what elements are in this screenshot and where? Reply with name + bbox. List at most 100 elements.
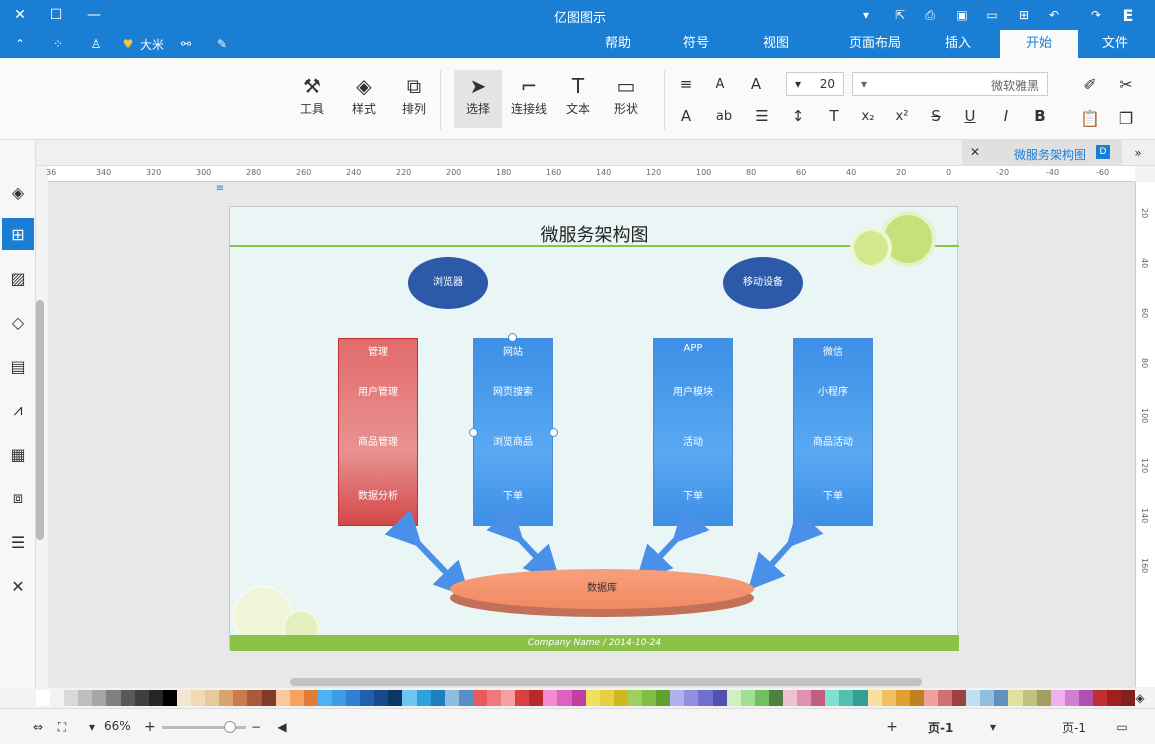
italic-icon[interactable]: I xyxy=(996,106,1016,126)
fill-icon[interactable]: ◈ xyxy=(6,180,30,204)
paste-icon[interactable]: 📋 xyxy=(1080,108,1100,128)
text-tool-button[interactable]: T 文本 xyxy=(556,72,600,117)
color-swatch[interactable] xyxy=(444,690,459,706)
chart-icon[interactable]: ⩘ xyxy=(6,398,30,422)
page-icon[interactable]: ▤ xyxy=(6,354,30,378)
zoom-level[interactable]: 66% xyxy=(104,719,131,733)
minimize-window-icon[interactable]: — xyxy=(84,5,104,25)
zoom-slider-thumb[interactable] xyxy=(224,721,236,733)
color-swatch[interactable] xyxy=(726,690,741,706)
style-tool-button[interactable]: ◈ 样式 xyxy=(344,72,384,117)
color-swatch[interactable] xyxy=(134,690,149,706)
color-swatch[interactable] xyxy=(980,690,995,706)
color-swatch[interactable] xyxy=(754,690,769,706)
maximize-window-icon[interactable]: ☐ xyxy=(46,5,66,25)
underline-icon[interactable]: U xyxy=(960,106,980,126)
color-swatch[interactable] xyxy=(543,690,558,706)
feedback-icon[interactable]: ✎ xyxy=(212,34,232,54)
color-swatch[interactable] xyxy=(360,690,375,706)
format-icon[interactable]: ☰ xyxy=(6,530,30,554)
color-swatch[interactable] xyxy=(952,690,967,706)
color-swatch[interactable] xyxy=(768,690,783,706)
print-icon[interactable]: ⎙ xyxy=(920,5,940,25)
text-case-icon[interactable]: ab xyxy=(712,106,736,126)
user-name[interactable]: 大米 xyxy=(140,36,164,53)
database-shape[interactable]: 数据库 xyxy=(450,569,754,617)
color-swatch[interactable] xyxy=(487,690,502,706)
subscript-icon[interactable]: x₂ xyxy=(858,106,878,126)
color-swatch[interactable] xyxy=(642,690,657,706)
color-swatch[interactable] xyxy=(36,690,51,706)
color-swatch[interactable] xyxy=(233,690,248,706)
grid-layout-icon[interactable]: ⧈ xyxy=(6,486,30,510)
drawing-canvas[interactable]: ≡ 微服务架构图 浏览器 移动设备 管理 用户管理 商品管理 数据分析 网站 网… xyxy=(48,182,1135,678)
color-swatch[interactable] xyxy=(853,690,868,706)
color-swatch[interactable] xyxy=(148,690,163,706)
color-swatch[interactable] xyxy=(825,690,840,706)
color-swatch[interactable] xyxy=(50,690,65,706)
color-swatch[interactable] xyxy=(388,690,403,706)
color-swatch[interactable] xyxy=(585,690,600,706)
quick-menu-icon[interactable]: ▾ xyxy=(856,5,876,25)
fullscreen-icon[interactable]: ⛶ xyxy=(52,717,72,737)
open-folder-icon[interactable]: ▭ xyxy=(982,5,1002,25)
symbol-library-icon[interactable]: ⊞ xyxy=(2,218,34,250)
color-swatch[interactable] xyxy=(938,690,953,706)
expand-right-panel-icon[interactable]: » xyxy=(1128,143,1148,163)
menu-home[interactable]: 开始 xyxy=(1000,30,1078,58)
apps-icon[interactable]: ⁘ xyxy=(48,34,68,54)
color-swatch[interactable] xyxy=(191,690,206,706)
color-swatch[interactable] xyxy=(501,690,516,706)
color-swatch[interactable] xyxy=(881,690,896,706)
shape-tool-button[interactable]: ▭ 形状 xyxy=(604,72,648,117)
collapse-ribbon-icon[interactable]: ⌃ xyxy=(10,34,30,54)
zoom-out-icon[interactable]: − xyxy=(248,717,264,737)
color-swatch[interactable] xyxy=(1107,690,1122,706)
close-window-icon[interactable]: ✕ xyxy=(10,5,30,25)
fit-page-icon[interactable]: ⇔ xyxy=(28,717,48,737)
color-swatch[interactable] xyxy=(1050,690,1065,706)
color-swatch[interactable] xyxy=(162,690,177,706)
color-swatch[interactable] xyxy=(416,690,431,706)
new-file-icon[interactable]: ⊞ xyxy=(1014,5,1034,25)
redo-icon[interactable]: ↷ xyxy=(1086,5,1106,25)
horizontal-scrollbar[interactable] xyxy=(290,678,922,686)
color-swatch[interactable] xyxy=(529,690,544,706)
text-style-icon[interactable]: T xyxy=(824,106,844,126)
font-color-icon[interactable]: A xyxy=(676,106,696,126)
page-dropdown-icon[interactable]: ▾ xyxy=(986,717,1000,737)
shrink-font-icon[interactable]: A xyxy=(710,74,730,94)
add-page-icon[interactable]: + xyxy=(882,717,902,737)
color-swatch[interactable] xyxy=(303,690,318,706)
zoom-in-icon[interactable]: + xyxy=(142,717,158,737)
page-view-icon[interactable]: ▭ xyxy=(1112,717,1132,737)
color-swatch[interactable] xyxy=(289,690,304,706)
color-swatch[interactable] xyxy=(1093,690,1108,706)
close-tab-icon[interactable]: ✕ xyxy=(970,145,980,159)
color-swatch[interactable] xyxy=(670,690,685,706)
color-swatch[interactable] xyxy=(557,690,572,706)
color-swatch[interactable] xyxy=(64,690,79,706)
color-swatch[interactable] xyxy=(627,690,643,706)
color-swatch[interactable] xyxy=(613,690,628,706)
grow-font-icon[interactable]: A xyxy=(746,74,766,94)
color-swatch[interactable] xyxy=(698,690,713,706)
color-swatch[interactable] xyxy=(712,690,727,706)
save-icon[interactable]: ▣ xyxy=(952,5,972,25)
fill-color-icon[interactable]: ◈ xyxy=(1130,690,1150,706)
menu-page-layout[interactable]: 页面布局 xyxy=(830,30,920,58)
menu-file[interactable]: 文件 xyxy=(1082,30,1148,58)
color-swatch[interactable] xyxy=(402,690,417,706)
copy-icon[interactable]: ❐ xyxy=(1116,108,1136,128)
menu-help[interactable]: 帮助 xyxy=(588,30,648,58)
color-swatch[interactable] xyxy=(1022,690,1037,706)
superscript-icon[interactable]: x² xyxy=(892,106,912,126)
color-swatch[interactable] xyxy=(811,690,826,706)
bullets-icon[interactable]: ☰ xyxy=(752,106,772,126)
color-swatch[interactable] xyxy=(430,690,445,706)
color-swatch[interactable] xyxy=(346,690,361,706)
connector-tool-button[interactable]: ⌐ 连接线 xyxy=(504,72,554,117)
color-swatch[interactable] xyxy=(331,690,347,706)
color-swatch[interactable] xyxy=(909,690,924,706)
page-selector[interactable]: 页-1 xyxy=(1062,719,1086,736)
